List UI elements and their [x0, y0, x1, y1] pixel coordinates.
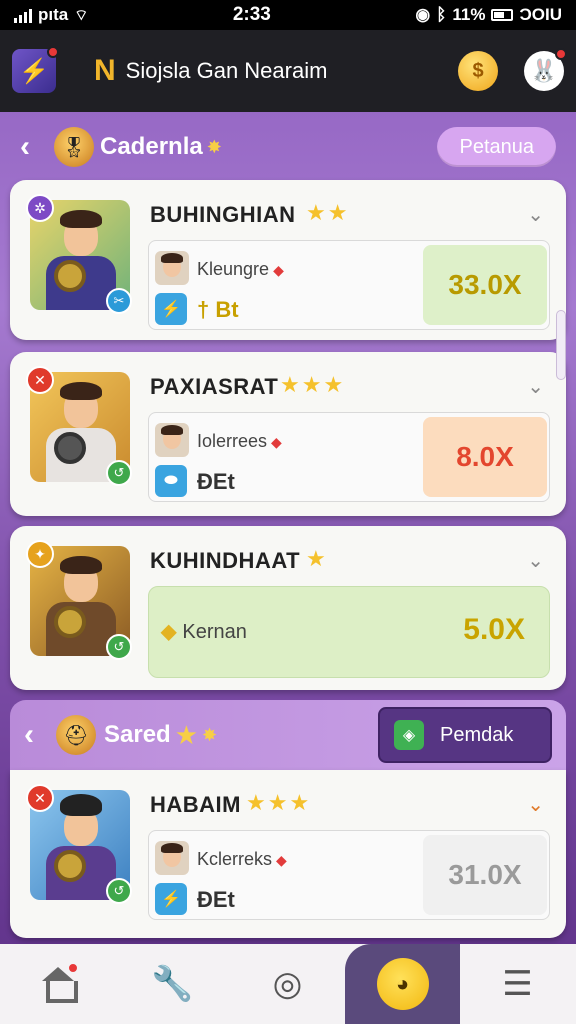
app-menu-button[interactable]: ⚡ — [12, 46, 59, 93]
match-card[interactable]: ✲ ✂ BUHINGHIAN ★★ ⌄ Kleungre ◆ ⚡ † Bt 33.… — [10, 180, 566, 340]
player-name: Kleungre ◆ — [197, 259, 284, 279]
scrollbar[interactable] — [556, 310, 566, 380]
bet-panel: Iolerrees ◆ ⬬ ĐEt 8.0X — [148, 412, 550, 502]
match-card[interactable]: ✕ ↺ HABAIM ★★★ ⌄ Kclerreks ◆ ⚡ ĐEt 31.0X — [10, 770, 566, 938]
nav-tools[interactable]: 🔧 — [115, 944, 230, 1024]
saved-header: ‹ ⛑ Sared ★ ✸ ◈ Pemdak — [10, 700, 566, 770]
back-button[interactable]: ‹ — [20, 130, 44, 164]
match-card[interactable]: ✕ ↺ PAXIASRAT ★★★ ⌄ Iolerrees ◆ ⬬ ĐEt 8.0… — [10, 352, 566, 516]
nav-home[interactable] — [0, 944, 115, 1024]
player-name: Kclerreks ◆ — [197, 849, 287, 869]
wifi-icon: ⌔ — [74, 6, 89, 24]
bet-panel: Kclerreks ◆ ⚡ ĐEt 31.0X — [148, 830, 550, 920]
section-title: Cadernla — [100, 133, 203, 160]
saved-title: Sared — [104, 721, 171, 748]
battery-icon — [491, 9, 514, 21]
bluetooth-icon: ᛒ — [436, 5, 447, 24]
bottom-nav: 🔧 ◎ ◕ ☰ — [0, 944, 576, 1024]
bunny-icon: 🐰 — [530, 58, 558, 83]
card-title: HABAIM — [150, 792, 241, 817]
player-avatar — [155, 423, 189, 457]
class-badge-icon: ✦ — [26, 540, 54, 568]
card-title: BUHINGHIAN — [150, 202, 296, 227]
saved-action-button[interactable]: ◈ Pemdak — [378, 707, 552, 763]
class-badge-icon: ✕ — [26, 366, 54, 394]
network-label: ƆOIU — [519, 5, 562, 24]
bet-label: ◆ Kernan — [161, 621, 247, 643]
menu-icon: ☰ — [502, 965, 533, 1003]
bet-label: ĐEt — [197, 887, 235, 912]
chevron-down-icon[interactable]: ⌄ — [527, 374, 544, 399]
lightning-icon: ⚡ — [19, 57, 49, 85]
coins-button[interactable]: $ — [458, 51, 498, 91]
player-avatar — [155, 841, 189, 875]
rating-stars: ★★★ — [246, 790, 312, 815]
odds-button[interactable]: 33.0X — [423, 245, 547, 325]
signal-icon — [14, 7, 32, 23]
class-badge-icon: ✲ — [26, 194, 54, 222]
mascot-icon: ◕ — [376, 958, 429, 1010]
chevron-down-icon[interactable]: ⌄ — [527, 792, 544, 817]
bet-icon: ⚡ — [155, 293, 187, 325]
section-header: ‹ 🎖 Cadernla ✸ Petanua — [0, 114, 576, 180]
bet-label: † Bt — [197, 297, 239, 322]
bet-icon: ⬬ — [155, 465, 187, 497]
weapon-icon: ✂ — [106, 288, 132, 314]
tag-icon: ◈ — [394, 720, 424, 750]
bet-icon: ⚡ — [155, 883, 187, 915]
rating-stars: ★★ — [306, 200, 350, 225]
odds-value: 5.0X — [463, 613, 525, 646]
player-name: Iolerrees ◆ — [197, 431, 282, 451]
rating-stars: ★★★ — [280, 372, 346, 397]
treasure-icon: 🎖 — [54, 127, 94, 167]
saved-action-label: Pemdak — [440, 723, 514, 746]
player-avatar — [155, 251, 189, 285]
app-logo: N — [94, 54, 116, 87]
sparkle-icon: ✸ — [206, 136, 222, 157]
notification-dot — [67, 962, 79, 974]
odds-button[interactable]: 8.0X — [423, 417, 547, 497]
profile-button[interactable]: 🐰 — [524, 48, 567, 91]
weapon-icon: ↺ — [106, 634, 132, 660]
gold-gem-icon: ◆ — [161, 621, 177, 643]
rating-stars: ★ — [306, 546, 328, 571]
weapon-icon: ↺ — [106, 460, 132, 486]
section-action-button[interactable]: Petanua — [437, 127, 556, 167]
weapon-icon: ↺ — [106, 878, 132, 904]
card-title: PAXIASRAT — [150, 374, 279, 399]
wrench-icon: 🔧 — [151, 965, 194, 1003]
odds-button[interactable]: 31.0X — [423, 835, 547, 915]
coin-icon: $ — [472, 59, 484, 82]
class-badge-icon: ✕ — [26, 784, 54, 812]
sparkle-icon: ✸ — [202, 724, 218, 745]
gem-icon: ◆ — [271, 434, 282, 450]
app-title: Siojsla Gan Nearaim — [125, 58, 328, 83]
notification-dot — [47, 46, 59, 58]
alarm-icon: ◉ — [415, 5, 431, 24]
gem-icon: ◆ — [276, 852, 287, 868]
app-bar: ⚡ N Siojsla Gan Nearaim $ 🐰 — [0, 30, 576, 112]
back-button[interactable]: ‹ — [24, 718, 48, 752]
target-icon: ◎ — [272, 965, 303, 1003]
battery-percent: 11% — [452, 5, 486, 24]
nav-menu[interactable]: ☰ — [460, 944, 575, 1024]
notification-dot — [555, 48, 567, 60]
match-card[interactable]: ✦ ↺ KUHINDHAAT ★ ⌄ ◆ Kernan 5.0X — [10, 526, 566, 690]
odds-button[interactable]: ◆ Kernan 5.0X — [148, 586, 550, 678]
bet-panel: Kleungre ◆ ⚡ † Bt 33.0X — [148, 240, 550, 330]
clock: 2:33 — [232, 4, 271, 25]
helmet-icon: ⛑ — [56, 715, 96, 755]
card-title: KUHINDHAAT — [150, 548, 301, 573]
bet-label: ĐEt — [197, 469, 235, 494]
star-icon: ★ — [174, 719, 199, 750]
carrier-label: pıta — [38, 5, 69, 24]
chevron-down-icon[interactable]: ⌄ — [527, 202, 544, 227]
nav-mascot[interactable]: ◕ — [345, 944, 460, 1024]
chevron-down-icon[interactable]: ⌄ — [527, 548, 544, 573]
status-bar: pıta ⌔ 2:33 ◉ ᛒ 11% ƆOIU — [0, 0, 576, 30]
nav-target[interactable]: ◎ — [230, 944, 345, 1024]
gem-icon: ◆ — [273, 262, 284, 278]
